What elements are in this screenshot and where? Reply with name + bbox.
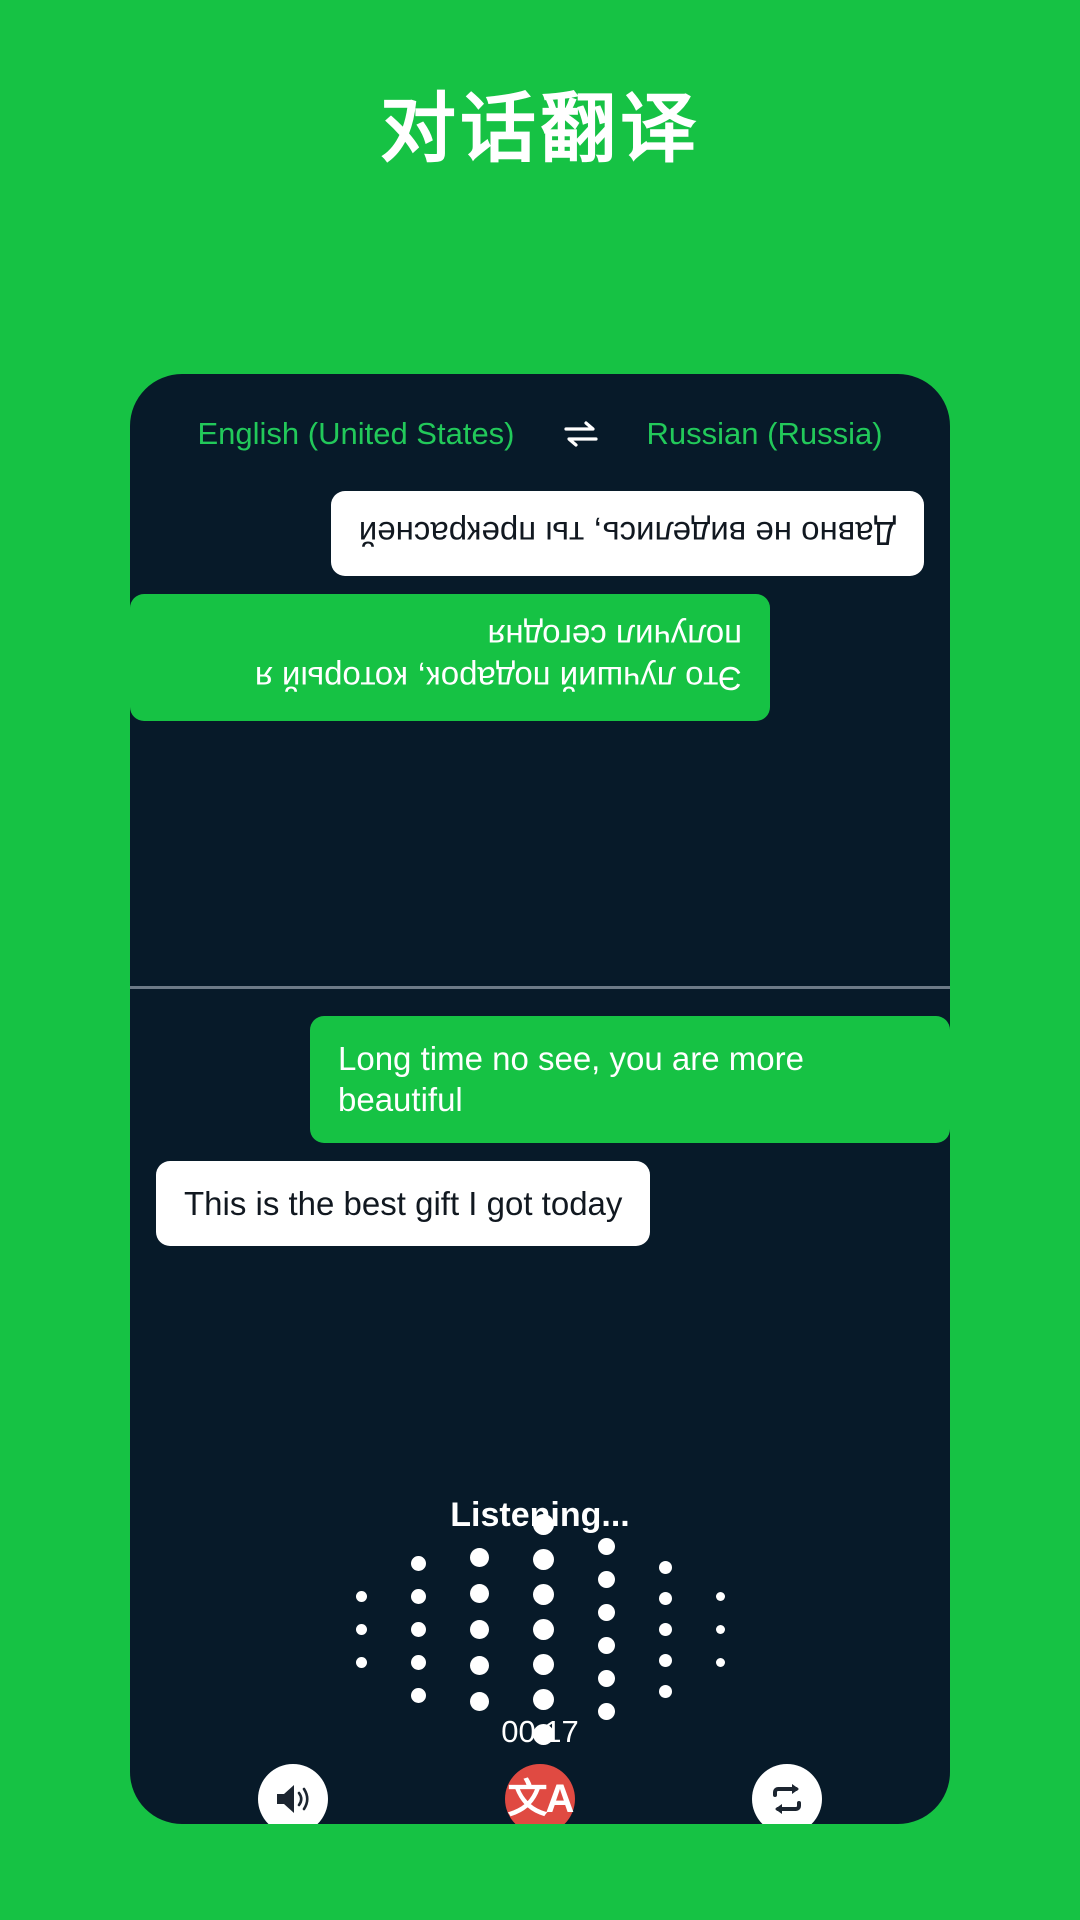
phone-frame: English (United States) Russian (Russia)…	[130, 374, 950, 1824]
waveform-dot	[597, 1670, 615, 1687]
message-row: This is the best gift I got today	[130, 1160, 950, 1246]
waveform-column	[658, 1560, 672, 1698]
waveform-column	[715, 1591, 725, 1667]
waveform-dot	[597, 1637, 615, 1654]
waveform-dot	[410, 1654, 426, 1670]
source-language-selector[interactable]: English (United States)	[197, 416, 514, 452]
message-row: Это лучший подарок, который я получил се…	[130, 594, 950, 721]
waveform-dot	[469, 1655, 489, 1675]
waveform-dot	[532, 1618, 554, 1640]
waveform-column	[410, 1555, 426, 1703]
speaker-on-icon[interactable]	[258, 1764, 329, 1824]
waveform-dot	[597, 1604, 615, 1621]
toggle-button[interactable]: Toggle	[672, 1764, 902, 1824]
translate-glyph: 文A	[507, 1777, 575, 1821]
waveform-dot	[658, 1591, 672, 1605]
waveform-dot	[658, 1560, 672, 1574]
message-bubble-russian-2[interactable]: Давно не виделись, ты прекрасней	[330, 491, 924, 577]
waveform-dot	[715, 1657, 725, 1667]
waveform-column	[355, 1590, 367, 1668]
waveform-dot	[469, 1619, 489, 1639]
audio-waveform-visualizer	[130, 1513, 950, 1745]
waveform-dot	[410, 1588, 426, 1604]
waveform-dot	[532, 1688, 554, 1710]
message-row: Long time no see, you are more beautiful	[130, 1016, 950, 1143]
quit-button[interactable]: 文A Quit	[425, 1764, 655, 1824]
waveform-dot	[355, 1656, 367, 1668]
conversation-panel-bottom: Long time no see, you are more beautiful…	[130, 989, 950, 1246]
waveform-dot	[410, 1687, 426, 1703]
speaker-toggle-button[interactable]: Speaker is on	[178, 1764, 408, 1824]
waveform-column	[597, 1538, 615, 1720]
waveform-dot	[410, 1621, 426, 1637]
waveform-dot	[469, 1691, 489, 1711]
conversation-panel-top: Это лучший подарок, который я получил се…	[130, 464, 950, 986]
message-bubble-english-2[interactable]: This is the best gift I got today	[156, 1160, 651, 1246]
waveform-dot	[532, 1548, 554, 1570]
target-language-selector[interactable]: Russian (Russia)	[647, 416, 883, 452]
waveform-dot	[469, 1583, 489, 1603]
message-bubble-english-1[interactable]: Long time no see, you are more beautiful	[310, 1016, 950, 1143]
swap-horizontal-icon[interactable]	[561, 419, 601, 449]
waveform-dot	[658, 1653, 672, 1667]
waveform-dot	[355, 1590, 367, 1602]
waveform-dot	[597, 1571, 615, 1588]
waveform-dot	[715, 1591, 725, 1601]
recording-timer: 00:17	[501, 1714, 579, 1749]
waveform-dot	[658, 1684, 672, 1698]
translate-icon[interactable]: 文A	[504, 1764, 575, 1824]
waveform-column	[532, 1513, 554, 1745]
waveform-column	[469, 1547, 489, 1711]
waveform-dot	[469, 1547, 489, 1567]
waveform-dot	[532, 1583, 554, 1605]
repeat-toggle-icon[interactable]	[751, 1764, 822, 1824]
page-title: 对话翻译	[380, 87, 700, 172]
waveform-dot	[715, 1624, 725, 1634]
waveform-dot	[355, 1623, 367, 1635]
waveform-dot	[597, 1538, 615, 1555]
waveform-dot	[532, 1513, 554, 1535]
waveform-dot	[532, 1653, 554, 1675]
language-bar: English (United States) Russian (Russia)	[130, 416, 950, 452]
control-bar: Speaker is on 文A Quit Toggle	[130, 1764, 950, 1824]
message-bubble-russian-1[interactable]: Это лучший подарок, который я получил се…	[130, 594, 770, 721]
message-row: Давно не виделись, ты прекрасней	[130, 491, 950, 577]
waveform-dot	[658, 1622, 672, 1636]
waveform-dot	[410, 1555, 426, 1571]
